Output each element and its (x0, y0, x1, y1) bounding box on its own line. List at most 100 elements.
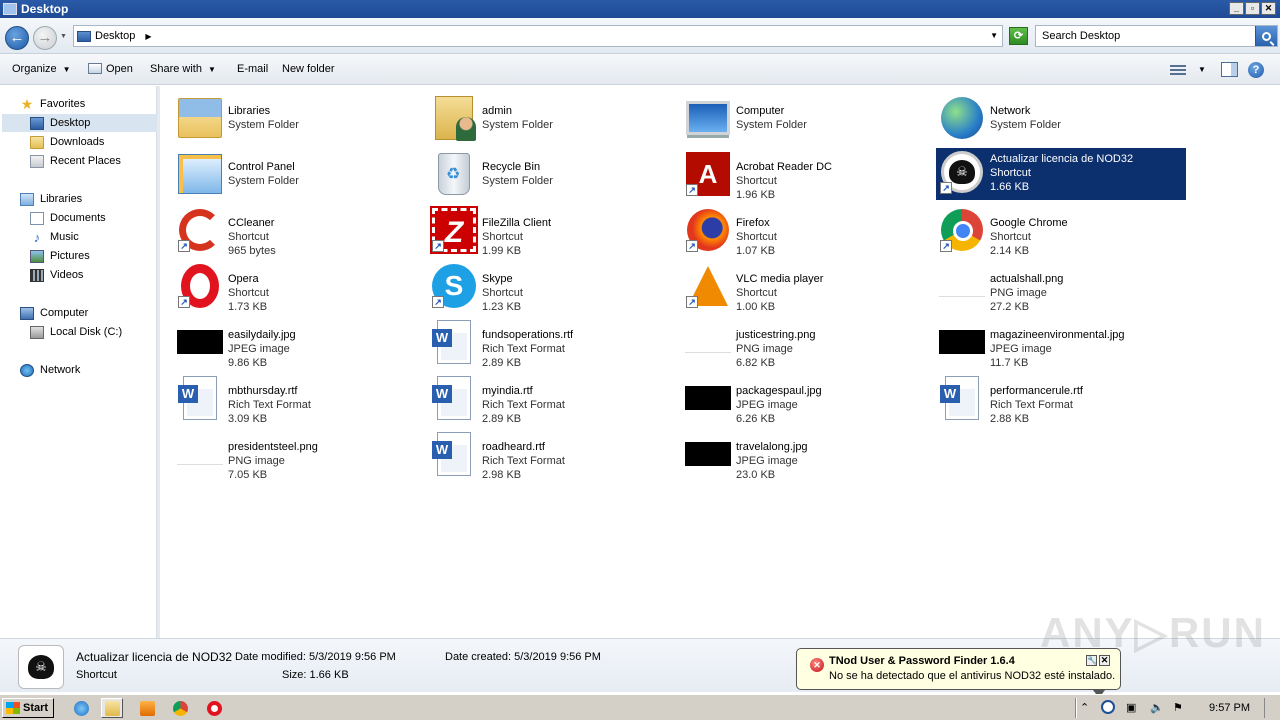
clock[interactable]: 9:57 PM (1209, 702, 1250, 714)
show-desktop-button[interactable] (1264, 698, 1278, 718)
file-item[interactable]: Libraries System Folder (176, 94, 426, 146)
forward-button[interactable]: → (33, 26, 57, 50)
close-button[interactable]: ✕ (1261, 2, 1276, 15)
shortcut-arrow-icon: ↗ (178, 296, 190, 308)
search-input[interactable] (1036, 26, 1246, 46)
file-item[interactable]: justicestring.png PNG image 6.82 KB (684, 318, 934, 370)
back-button[interactable]: ← (5, 26, 29, 50)
organize-label: Organize (12, 63, 57, 75)
file-type: System Folder (228, 119, 299, 131)
file-item[interactable]: Recycle Bin System Folder (430, 150, 680, 202)
restore-button[interactable]: ▫ (1245, 2, 1260, 15)
volume-icon[interactable]: 🔈 (1150, 701, 1164, 714)
file-type: JPEG image (736, 455, 798, 467)
refresh-button[interactable]: ⟳ (1009, 27, 1028, 45)
email-button[interactable]: E-mail (237, 63, 268, 75)
file-item[interactable]: Network System Folder (938, 94, 1188, 146)
action-center-icon[interactable]: ▣ (1126, 701, 1136, 714)
search-box[interactable] (1035, 25, 1278, 47)
sidebar-item-network[interactable]: Network (20, 361, 80, 379)
new-folder-button[interactable]: New folder (282, 63, 335, 75)
address-box[interactable]: Desktop ▶ ▼ (73, 25, 1003, 47)
file-name: myindia.rtf (482, 385, 533, 397)
preview-pane-icon[interactable] (1221, 62, 1238, 77)
share-with-button[interactable]: Share with ▼ (150, 63, 216, 75)
search-button[interactable] (1255, 26, 1277, 46)
word-document-icon (178, 376, 217, 420)
taskbar-media-player-button[interactable] (136, 698, 158, 718)
view-options-dropdown-icon[interactable]: ▼ (1198, 65, 1206, 74)
taskbar-ie-button[interactable] (70, 698, 92, 718)
file-item[interactable]: ↗ Firefox Shortcut 1.07 KB (684, 206, 934, 258)
file-type: Shortcut (228, 231, 269, 243)
file-size: 965 bytes (228, 245, 276, 257)
file-type: Shortcut (482, 287, 523, 299)
help-icon[interactable]: ? (1248, 62, 1264, 78)
file-item[interactable]: ↗ Opera Shortcut 1.73 KB (176, 262, 426, 314)
organize-button[interactable]: Organize ▼ (12, 63, 71, 75)
file-size: 6.26 KB (736, 413, 776, 425)
file-type: Shortcut (736, 231, 777, 243)
jpeg-thumbnail (685, 442, 731, 466)
tray-notification-balloon[interactable]: ✕ TNod User & Password Finder 1.6.4 No s… (796, 648, 1121, 698)
sidebar-item-pictures[interactable]: Pictures (30, 247, 90, 265)
file-item[interactable]: travelalong.jpg JPEG image 23.0 KB (684, 430, 934, 482)
taskbar-chrome-button[interactable] (169, 698, 191, 718)
file-name: Firefox (736, 217, 770, 229)
tnod-tray-icon[interactable] (1101, 700, 1115, 714)
file-item[interactable]: mbthursday.rtf Rich Text Format 3.09 KB (176, 374, 426, 426)
change-view-icon[interactable] (1170, 63, 1186, 76)
start-button[interactable]: Start (2, 698, 54, 718)
file-item[interactable]: Computer System Folder (684, 94, 934, 146)
sidebar-item-downloads[interactable]: Downloads (30, 133, 104, 151)
address-history-dropdown-icon[interactable]: ▼ (990, 31, 998, 40)
sidebar-item-videos[interactable]: Videos (30, 266, 83, 284)
minimize-button[interactable]: _ (1229, 2, 1244, 15)
file-item[interactable]: actualshall.png PNG image 27.2 KB (938, 262, 1188, 314)
file-item[interactable]: Control Panel System Folder (176, 150, 426, 202)
sidebar-item-libraries[interactable]: Libraries (20, 190, 82, 208)
taskbar-opera-button[interactable] (203, 698, 225, 718)
file-item[interactable]: ↗ CCleaner Shortcut 965 bytes (176, 206, 426, 258)
sidebar-item-local-disk[interactable]: Local Disk (C:) (30, 323, 122, 341)
show-hidden-icons-icon[interactable]: ⌃ (1080, 701, 1089, 714)
sidebar-item-music[interactable]: ♪ Music (30, 228, 79, 246)
breadcrumb-chevron-icon[interactable]: ▶ (145, 32, 151, 41)
details-date-created: Date created: 5/3/2019 9:56 PM (445, 651, 601, 663)
file-name: Libraries (228, 105, 271, 117)
file-item[interactable]: roadheard.rtf Rich Text Format 2.98 KB (430, 430, 680, 482)
file-item[interactable]: admin System Folder (430, 94, 680, 146)
sidebar-item-recent-places[interactable]: Recent Places (30, 152, 121, 170)
sidebar-item-desktop[interactable]: Desktop (2, 114, 157, 132)
sidebar-item-label: Pictures (50, 250, 90, 262)
sidebar-item-favorites[interactable]: ★ Favorites (20, 95, 86, 113)
shortcut-arrow-icon: ↗ (940, 240, 952, 252)
file-size: 6.82 KB (736, 357, 776, 369)
file-item[interactable]: performancerule.rtf Rich Text Format 2.88 … (938, 374, 1188, 426)
file-size: 2.88 KB (990, 413, 1030, 425)
recent-pages-dropdown-icon[interactable]: ▼ (60, 33, 67, 40)
nod32-skull-icon: ☠ (18, 645, 64, 689)
sidebar-item-documents[interactable]: Documents (30, 209, 106, 227)
notification-options-icon[interactable]: 🔧 (1086, 655, 1097, 666)
file-item[interactable]: Z ↗ FileZilla Client Shortcut 1.99 KB (430, 206, 680, 258)
network-tray-icon[interactable]: ⚑ (1173, 701, 1183, 714)
file-item[interactable]: myindia.rtf Rich Text Format 2.89 KB (430, 374, 680, 426)
libraries-icon (20, 192, 34, 206)
file-item[interactable]: packagespaul.jpg JPEG image 6.26 KB (684, 374, 934, 426)
sidebar-item-computer[interactable]: Computer (20, 304, 88, 322)
file-item[interactable]: ↗ VLC media player Shortcut 1.00 KB (684, 262, 934, 314)
file-size: 1.73 KB (228, 301, 268, 313)
file-item[interactable]: easilydaily.jpg JPEG image 9.86 KB (176, 318, 426, 370)
file-item[interactable]: presidentsteel.png PNG image 7.05 KB (176, 430, 426, 482)
file-item-selected[interactable]: ☠ ↗ Actualizar licencia de NOD32 Shortcut 1… (936, 148, 1186, 200)
file-item[interactable]: A ↗ Acrobat Reader DC Shortcut 1.96 KB (684, 150, 934, 202)
open-button[interactable]: Open (88, 63, 133, 75)
notification-close-button[interactable]: ✕ (1099, 655, 1110, 666)
file-item[interactable]: fundsoperations.rtf Rich Text Format 2.89 … (430, 318, 680, 370)
taskbar-explorer-button[interactable] (101, 698, 123, 718)
breadcrumb-desktop[interactable]: Desktop (95, 30, 135, 42)
file-item[interactable]: magazineenvironmental.jpg JPEG image 11.7 … (938, 318, 1188, 370)
file-item[interactable]: S ↗ Skype Shortcut 1.23 KB (430, 262, 680, 314)
file-item[interactable]: ↗ Google Chrome Shortcut 2.14 KB (938, 206, 1188, 258)
